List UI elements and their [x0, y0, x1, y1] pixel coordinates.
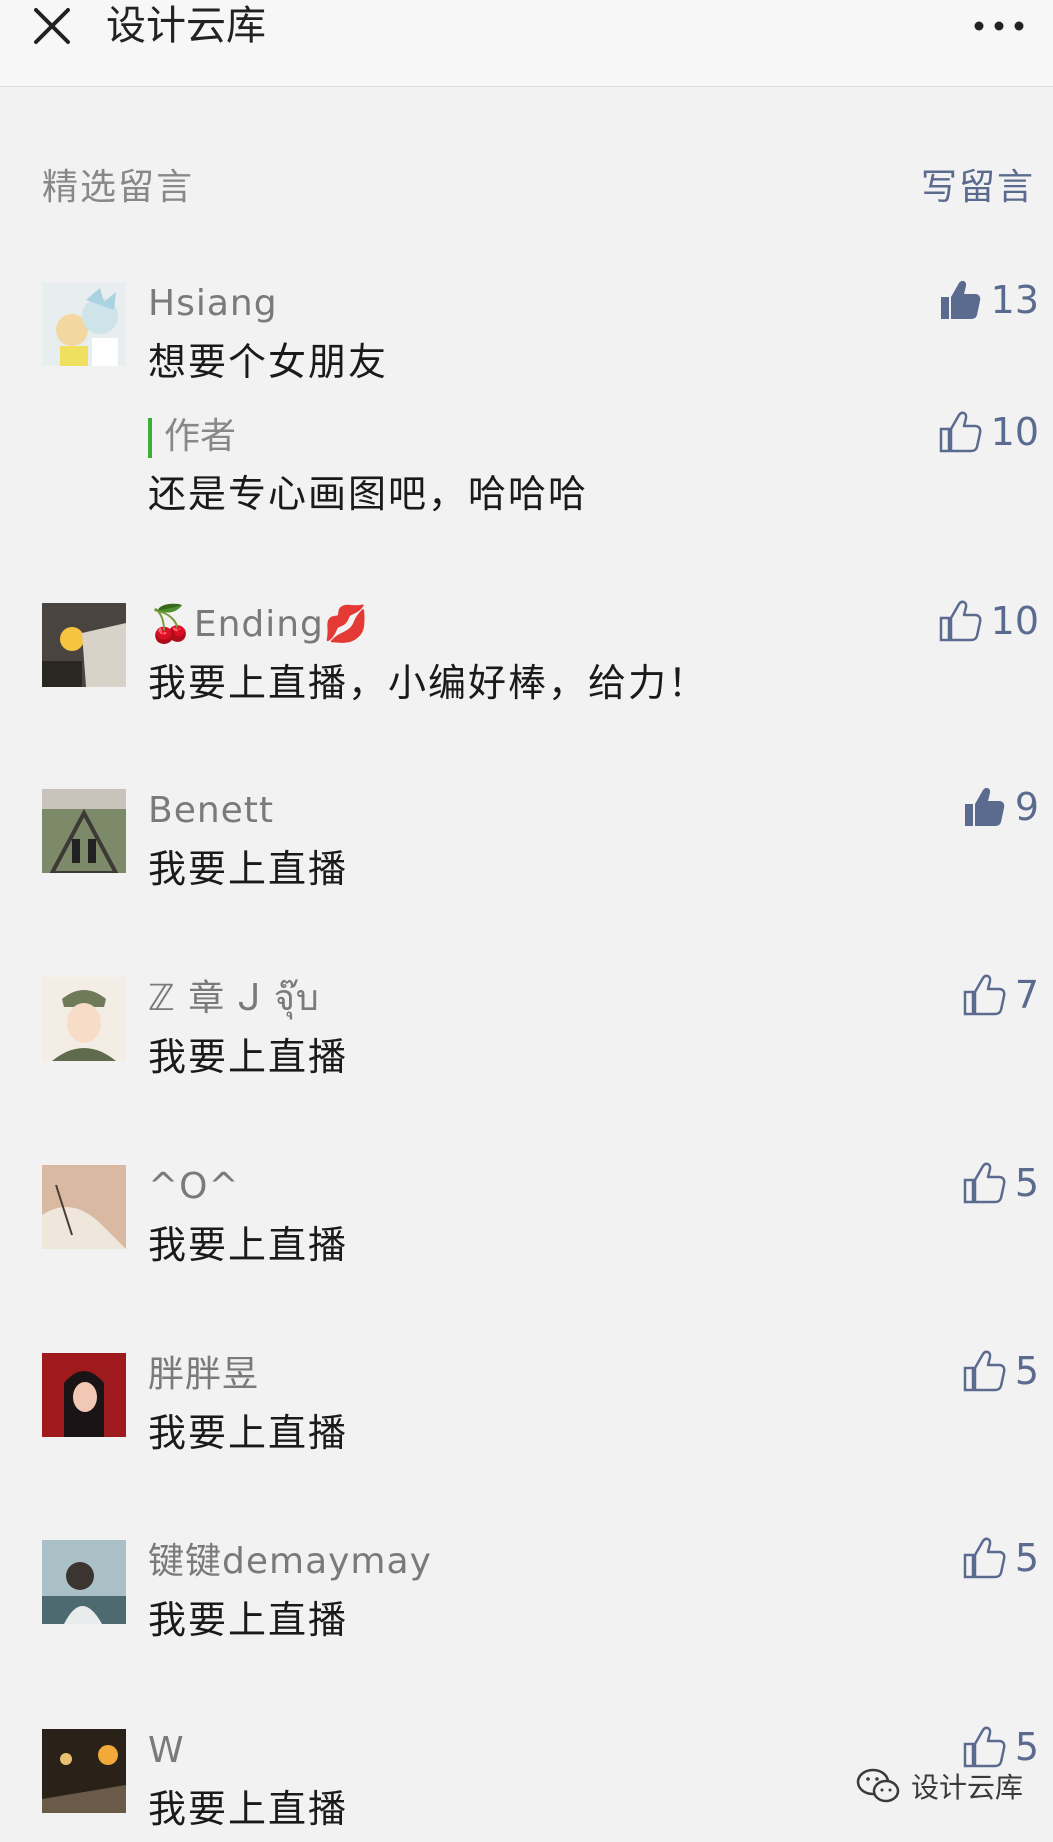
- like-button[interactable]: 5: [961, 1723, 1039, 1771]
- like-count: 5: [1014, 1725, 1039, 1769]
- thumbs-up-outline-icon: [939, 411, 982, 453]
- comment-nickname: ℤ 章 ᒍ จุ๊บ: [148, 978, 320, 1019]
- page-title: 设计云库: [106, 3, 266, 49]
- comment-nickname: Hsiang: [148, 283, 278, 324]
- comment-text: 我要上直播: [148, 1411, 349, 1455]
- top-bar: 设计云库: [0, 0, 1053, 87]
- avatar-image: [42, 282, 126, 366]
- like-count: 10: [990, 410, 1039, 454]
- author-label: 作者: [164, 416, 237, 457]
- like-button[interactable]: 5: [961, 1534, 1039, 1582]
- avatar[interactable]: [42, 977, 126, 1061]
- like-count: 9: [1014, 785, 1039, 829]
- comment-text: 我要上直播: [148, 1787, 349, 1831]
- avatar[interactable]: [42, 1353, 126, 1437]
- close-icon: [34, 8, 70, 44]
- close-button[interactable]: [28, 2, 76, 50]
- avatar-image: [42, 789, 126, 873]
- like-button[interactable]: 7: [961, 971, 1039, 1019]
- avatar[interactable]: [42, 1729, 126, 1813]
- avatar-image: [42, 1729, 126, 1813]
- like-button[interactable]: 10: [937, 597, 1039, 645]
- like-count: 5: [1014, 1161, 1039, 1205]
- watermark: 设计云库: [855, 1766, 1023, 1806]
- comment-nickname: 🍒Ending💋: [148, 604, 370, 645]
- like-button[interactable]: 5: [961, 1159, 1039, 1207]
- thumbs-up-outline-icon: [963, 1537, 1006, 1579]
- comment-text: 我要上直播，小编好棒，给力！: [148, 661, 709, 705]
- like-count: 5: [1014, 1536, 1039, 1580]
- avatar[interactable]: [42, 1540, 126, 1624]
- comment-text: 我要上直播: [148, 1035, 349, 1079]
- comment-text: 想要个女朋友: [148, 340, 389, 384]
- wechat-icon: [856, 1768, 900, 1803]
- watermark-text: 设计云库: [910, 1771, 1023, 1804]
- avatar[interactable]: [42, 789, 126, 873]
- author-reply-text: 还是专心画图吧，哈哈哈: [148, 472, 589, 516]
- like-count: 10: [990, 599, 1039, 643]
- like-button[interactable]: 9: [961, 783, 1039, 831]
- reply-like-button[interactable]: 10: [937, 408, 1039, 456]
- like-count: 7: [1014, 973, 1039, 1017]
- author-reply-bar: [148, 418, 152, 458]
- thumbs-up-outline-icon: [963, 1162, 1006, 1204]
- section-title: 精选留言: [42, 167, 195, 208]
- comment-text: 我要上直播: [148, 1223, 349, 1267]
- avatar[interactable]: [42, 603, 126, 687]
- comment-nickname: 胖胖昱: [148, 1354, 260, 1395]
- avatar-image: [42, 1353, 126, 1437]
- thumbs-up-filled-icon: [940, 280, 980, 319]
- thumbs-up-outline-icon: [939, 600, 982, 642]
- avatar-image: [42, 1540, 126, 1624]
- avatar-image: [42, 977, 126, 1061]
- avatar-image: [42, 1165, 126, 1249]
- comments-section-header: 精选留言 写留言: [0, 150, 1053, 210]
- comment-nickname: W: [148, 1730, 185, 1771]
- comment-text: 我要上直播: [148, 847, 349, 891]
- avatar[interactable]: [42, 282, 126, 366]
- comment-nickname: ^O^: [148, 1166, 240, 1207]
- thumbs-up-outline-icon: [963, 1350, 1006, 1392]
- like-button[interactable]: 5: [961, 1347, 1039, 1395]
- like-count: 5: [1014, 1349, 1039, 1393]
- like-button[interactable]: 13: [937, 276, 1039, 324]
- thumbs-up-outline-icon: [963, 1726, 1006, 1768]
- more-button[interactable]: [971, 6, 1027, 46]
- comment-text: 我要上直播: [148, 1598, 349, 1642]
- like-count: 13: [990, 278, 1039, 322]
- comment-nickname: Benett: [148, 790, 275, 831]
- avatar[interactable]: [42, 1165, 126, 1249]
- thumbs-up-outline-icon: [963, 974, 1006, 1016]
- comment-nickname: 键键demaymay: [148, 1541, 432, 1582]
- avatar-image: [42, 603, 126, 687]
- thumbs-up-filled-icon: [964, 787, 1005, 826]
- write-comment-link[interactable]: 写留言: [921, 158, 1035, 210]
- more-dots-icon: [974, 21, 1024, 31]
